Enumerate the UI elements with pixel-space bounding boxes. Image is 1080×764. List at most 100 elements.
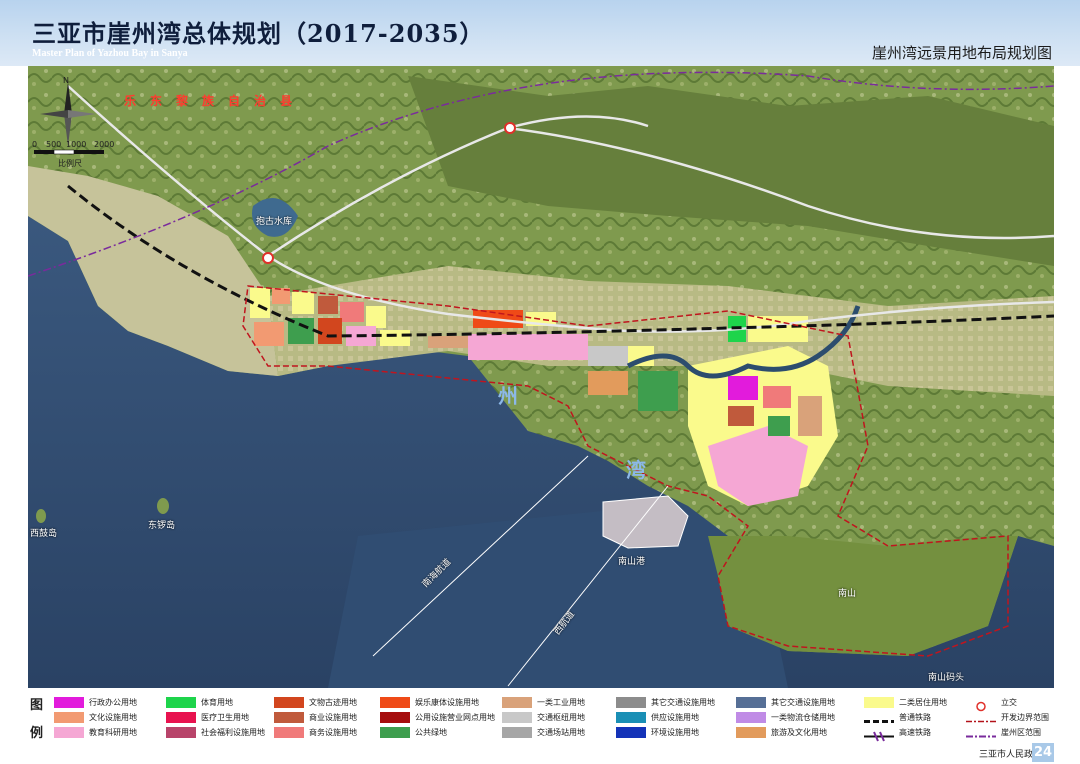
port-reclaimed-land: [602, 495, 689, 549]
legend-label: 其它交通设施用地: [651, 697, 715, 707]
legend-label: 娱乐康体设施用地: [415, 697, 479, 707]
block-wetland-park: [638, 371, 678, 411]
legend-item: 环境设施用地: [616, 725, 699, 739]
map-title: 崖州湾远景用地布局规划图: [871, 44, 1052, 62]
legend-item: 文物古迹用地: [274, 695, 357, 709]
legend-label: 一类物流仓储用地: [771, 712, 835, 722]
scale-tick-500: 500: [46, 140, 62, 149]
legend-label: 公用设施营业网点用地: [415, 712, 495, 722]
block-industry: [798, 396, 822, 436]
scale-tick-1000: 1000: [66, 140, 87, 149]
legend-item: 行政办公用地: [54, 695, 137, 709]
legend-label: 二类居住用地: [899, 697, 947, 707]
block-residential: [366, 306, 386, 328]
legend-item: 商业设施用地: [274, 710, 357, 724]
legend-label: 文物古迹用地: [309, 697, 357, 707]
header-banner: 三亚市崖州湾总体规划（2017-2035） Master Plan of Yaz…: [0, 0, 1080, 66]
scale-bar: [34, 149, 104, 155]
block-residential: [380, 330, 410, 346]
block-park: [768, 416, 790, 436]
legend-label: 社会福利设施用地: [201, 727, 265, 737]
legend-label: 旅游及文化用地: [771, 727, 827, 737]
legend-swatch: [54, 726, 84, 738]
legend-title-1: 图: [30, 698, 44, 713]
scale-tick-2000: 2000: [94, 140, 115, 149]
block-business: [340, 302, 364, 322]
legend-item: 二类居住用地: [864, 695, 947, 709]
legend-label: 教育科研用地: [89, 727, 137, 737]
legend-item: 供应设施用地: [616, 710, 699, 724]
block-residential: [292, 292, 314, 314]
block-heritage: [318, 318, 342, 344]
block-culture: [254, 322, 284, 346]
legend-swatch: [616, 711, 646, 723]
legend-item: 教育科研用地: [54, 725, 137, 739]
legend-label: 商务设施用地: [309, 727, 357, 737]
legend-swatch: [274, 696, 304, 708]
legend-label: 一类工业用地: [537, 697, 585, 707]
legend-swatch: [736, 711, 766, 723]
legend-item: 其它交通设施用地: [616, 695, 715, 709]
legend-item: 高速铁路: [864, 725, 931, 741]
legend-swatch: [380, 711, 410, 723]
legend-swatch: [616, 726, 646, 738]
legend-label: 交通枢纽用地: [537, 712, 585, 722]
land-use-map[interactable]: 乐东黎族自治县 州 湾 N 比例尺 0 500 1000 2000 西鼓岛 东锣…: [28, 66, 1054, 688]
legend-label: 行政办公用地: [89, 697, 137, 707]
development-boundary-symbol: [966, 712, 996, 723]
legend-item: 崖州区范围: [966, 725, 1041, 739]
district-boundary-symbol: [966, 727, 996, 738]
legend-item: 公共绿地: [380, 725, 447, 739]
legend-swatch: [616, 696, 646, 708]
legend-swatch: [54, 711, 84, 723]
legend-item: 一类物流仓储用地: [736, 710, 835, 724]
page-title: 三亚市崖州湾总体规划（2017-2035）: [32, 19, 485, 48]
legend-label: 文化设施用地: [89, 712, 137, 722]
legend-item: 立交: [966, 695, 1017, 711]
legend-item: 旅游及文化用地: [736, 725, 827, 739]
legend-label: 体育用地: [201, 697, 233, 707]
block-commercial: [728, 406, 754, 426]
legend-label: 医疗卫生用地: [201, 712, 249, 722]
legend-item: 商务设施用地: [274, 725, 357, 739]
legend-swatch: [502, 726, 532, 738]
legend-title-2: 例: [30, 726, 44, 741]
legend-label: 环境设施用地: [651, 727, 699, 737]
interchange-north: [504, 122, 516, 134]
block-admin: [728, 376, 758, 400]
block-commercial: [318, 296, 338, 314]
north-arrow-label: N: [63, 76, 69, 85]
legend-swatch: [736, 696, 766, 708]
island-east: [157, 498, 169, 514]
legend-label: 高速铁路: [899, 727, 931, 737]
island-west: [36, 509, 46, 523]
legend-swatch: [274, 726, 304, 738]
legend-label: 供应设施用地: [651, 712, 699, 722]
block-residential: [748, 316, 808, 342]
legend-swatch: [166, 726, 196, 738]
block-transport-hub: [588, 346, 628, 366]
legend: 图 例 行政办公用地 文化设施用地 教育科研用地 体育用地 医疗卫生用地 社会福…: [28, 692, 1054, 742]
legend-swatch: [166, 696, 196, 708]
legend-label: 立交: [1001, 697, 1017, 707]
block-education: [468, 334, 588, 360]
page-number: 24: [1032, 743, 1054, 762]
legend-item: 交通场站用地: [502, 725, 585, 739]
legend-label: 普通铁路: [899, 712, 931, 722]
legend-label: 崖州区范围: [1001, 727, 1041, 737]
legend-item: 公用设施营业网点用地: [380, 710, 495, 724]
interchange-symbol: [966, 697, 996, 711]
legend-label: 商业设施用地: [309, 712, 357, 722]
legend-item: 开发边界范围: [966, 710, 1049, 724]
block-industry: [428, 336, 468, 348]
legend-swatch: [502, 696, 532, 708]
legend-swatch: [502, 711, 532, 723]
legend-label: 公共绿地: [415, 727, 447, 737]
block-business: [763, 386, 791, 408]
legend-item: 社会福利设施用地: [166, 725, 265, 739]
legend-label: 交通场站用地: [537, 727, 585, 737]
legend-item: 普通铁路: [864, 710, 931, 724]
legend-swatch: [736, 726, 766, 738]
legend-item: 其它交通设施用地: [736, 695, 835, 709]
page-subtitle-english: Master Plan of Yazhou Bay in Sanya: [32, 48, 188, 59]
